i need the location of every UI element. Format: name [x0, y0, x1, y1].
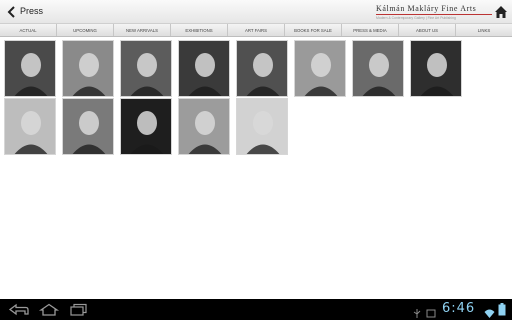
brand-divider — [376, 14, 492, 15]
recent-apps-icon[interactable] — [68, 303, 90, 316]
battery-icon — [498, 303, 506, 320]
action-bar: Press Kálmán Makláry Fine Arts Modern & … — [0, 0, 512, 24]
nav-item-press-media[interactable]: PRESS & MEDIA — [342, 24, 399, 36]
press-photo-thumbnail[interactable] — [178, 40, 230, 97]
nav-item-art-fairs[interactable]: ART FAIRS — [228, 24, 285, 36]
system-clock: 6:46 — [442, 301, 476, 316]
page-title: Press — [20, 6, 44, 16]
press-photo-thumbnail[interactable] — [294, 40, 346, 97]
press-photo-thumbnail[interactable] — [120, 98, 172, 155]
nav-item-about-us[interactable]: ABOUT US — [399, 24, 456, 36]
brand-name: Kálmán Makláry Fine Arts — [376, 4, 477, 13]
home-icon[interactable] — [494, 5, 508, 19]
brand-tagline: Modern & Contemporary Gallery | Fine Art… — [376, 16, 456, 20]
press-photo-thumbnail[interactable] — [62, 98, 114, 155]
press-photo-thumbnail[interactable] — [4, 98, 56, 155]
back-chevron-icon[interactable] — [4, 4, 20, 20]
press-photo-thumbnail[interactable] — [236, 40, 288, 97]
system-navigation-bar: 6:46 — [0, 299, 512, 320]
nav-item-new-arrivals[interactable]: NEW ARRIVALS — [114, 24, 171, 36]
screenshot-icon — [426, 305, 436, 320]
nav-item-exhibitions[interactable]: EXHIBITIONS — [171, 24, 228, 36]
press-photo-thumbnail[interactable] — [62, 40, 114, 97]
usb-icon — [412, 305, 422, 320]
nav-item-upcoming[interactable]: UPCOMING — [57, 24, 114, 36]
press-photo-thumbnail[interactable] — [352, 40, 404, 97]
home-nav-icon[interactable] — [38, 303, 60, 316]
wifi-icon — [484, 305, 495, 320]
nav-item-books-for-sale[interactable]: BOOKS FOR SALE — [285, 24, 342, 36]
gallery-brand: Kálmán Makláry Fine Arts Modern & Contem… — [376, 4, 494, 20]
press-photo-thumbnail[interactable] — [410, 40, 462, 97]
section-nav: ACTUAL UPCOMING NEW ARRIVALS EXHIBITIONS… — [0, 24, 512, 37]
press-photo-thumbnail[interactable] — [178, 98, 230, 155]
press-photo-thumbnail[interactable] — [4, 40, 56, 97]
nav-item-links[interactable]: LINKS — [456, 24, 512, 36]
press-photo-thumbnail[interactable] — [120, 40, 172, 97]
press-photo-thumbnail[interactable] — [236, 98, 288, 155]
back-nav-icon[interactable] — [8, 303, 30, 316]
nav-item-actual[interactable]: ACTUAL — [0, 24, 57, 36]
